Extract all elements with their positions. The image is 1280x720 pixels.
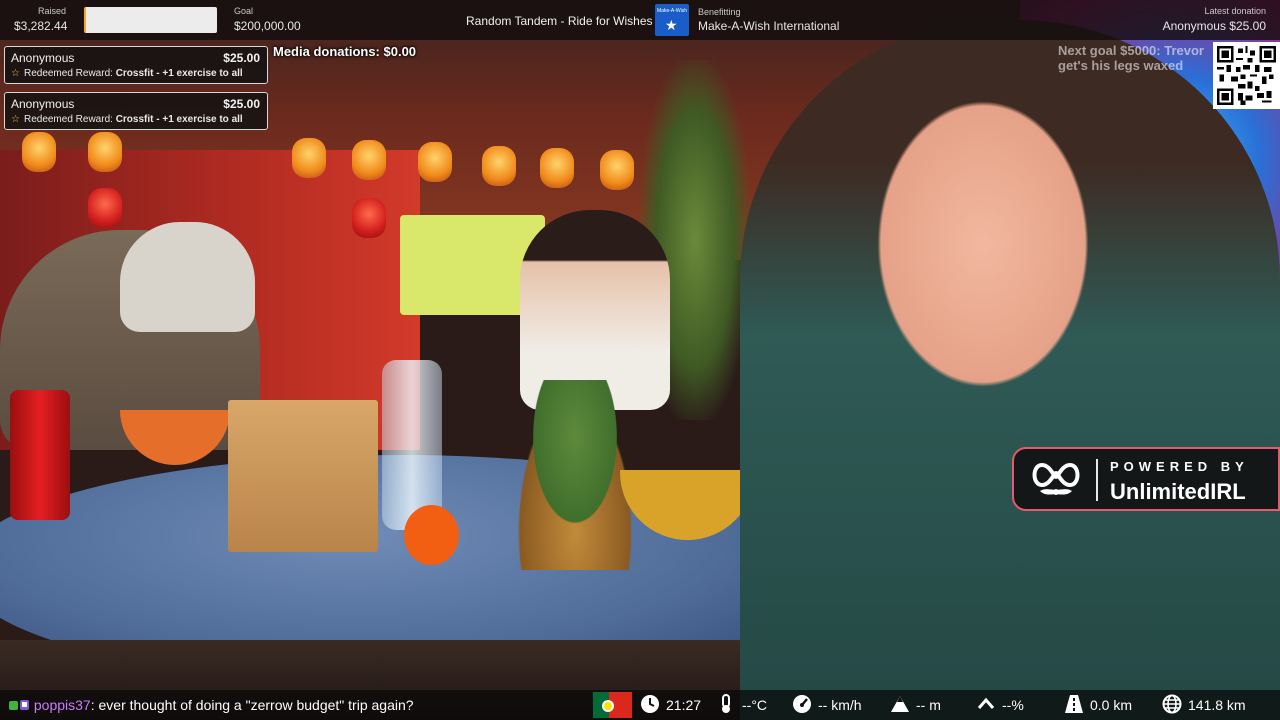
latest-donation-stat: Latest donation Anonymous $25.00 <box>1162 6 1266 33</box>
benefiting-label: Benefitting <box>698 7 741 17</box>
chat-message: poppis37: ever thought of doing a "zerro… <box>8 697 414 713</box>
portugal-flag-icon <box>592 691 633 719</box>
donor-name: Anonymous <box>11 97 75 111</box>
speedometer-icon <box>793 695 811 713</box>
lantern <box>88 188 122 228</box>
lantern <box>352 140 386 180</box>
latest-donation-value: Anonymous $25.00 <box>1162 19 1266 33</box>
chat-badge-icon <box>9 700 29 710</box>
mountain-icon <box>891 696 909 712</box>
reward-name: Crossfit - +1 exercise to all <box>115 68 243 79</box>
thermometer-icon <box>722 694 730 713</box>
lantern <box>22 132 56 172</box>
road-icon <box>1065 695 1083 713</box>
chat-text: ever thought of doing a "zerrow budget" … <box>98 697 414 713</box>
fundraiser-progress-bar <box>84 7 217 33</box>
lantern <box>418 142 452 182</box>
total-distance-readout: 141.8 km <box>1162 694 1246 716</box>
qr-code[interactable] <box>1213 42 1280 109</box>
speed-readout: -- km/h <box>792 694 862 716</box>
star-icon: ☆ <box>11 68 20 79</box>
donor-name: Anonymous <box>11 51 75 65</box>
make-a-wish-logo-text: Make-A-Wish <box>657 8 688 14</box>
donation-amount: $25.00 <box>223 97 260 111</box>
qr-code-icon <box>1217 46 1276 105</box>
progress-fill <box>84 7 87 33</box>
reward-prefix: Redeemed Reward: <box>23 68 113 79</box>
temperature-readout: --°C <box>716 694 767 716</box>
raised-value: $3,282.44 <box>14 19 68 33</box>
unlimitedirl-logo-icon <box>1032 462 1080 495</box>
chopstick-box <box>228 400 378 552</box>
altitude-readout: -- m <box>890 694 941 716</box>
media-donations: Media donations: $0.00 <box>273 44 417 59</box>
raised-stat: Raised $3,282.44 <box>14 6 68 33</box>
time-value: 21:27 <box>666 697 702 713</box>
goal-value: $200,000.00 <box>234 19 301 33</box>
next-goal-text: Next goal $5000: Trevor get's his legs w… <box>1058 43 1204 73</box>
time-readout: 21:27 <box>640 694 701 716</box>
baseball-cap <box>120 222 255 332</box>
lantern <box>292 138 326 178</box>
star-icon: ☆ <box>11 114 20 125</box>
temperature-value: --°C <box>742 697 768 713</box>
speed-value: -- km/h <box>818 697 862 713</box>
incline-icon <box>977 697 995 709</box>
orange-spoon <box>404 505 459 565</box>
powered-by-label: POWERED BY <box>1110 459 1249 474</box>
clock-icon <box>641 695 659 713</box>
lantern <box>352 198 386 238</box>
incline-value: --% <box>1002 697 1024 713</box>
altitude-value: -- m <box>916 697 941 713</box>
distance-value: 0.0 km <box>1090 697 1133 713</box>
reward-name: Crossfit - +1 exercise to all <box>115 114 243 125</box>
chat-username: poppis37 <box>33 697 91 713</box>
benefiting-value: Make-A-Wish International <box>698 19 840 33</box>
goal-stat: Goal $200,000.00 <box>234 6 301 33</box>
reward-line: ☆ Redeemed Reward: Crossfit - +1 exercise… <box>11 68 243 79</box>
reward-prefix: Redeemed Reward: <box>23 114 113 125</box>
incline-readout: --% <box>976 694 1024 716</box>
soda-can <box>10 390 70 520</box>
fundraiser-bar: Raised $3,282.44 Goal $200,000.00 Random… <box>0 0 1280 40</box>
ramen-bowl <box>120 410 230 465</box>
raised-label: Raised <box>37 6 66 16</box>
reward-line: ☆ Redeemed Reward: Crossfit - +1 exercise… <box>11 114 243 125</box>
lantern <box>540 148 574 188</box>
globe-icon <box>1162 694 1182 714</box>
event-title: Random Tandem - Ride for Wishes <box>466 14 653 28</box>
goal-label: Goal <box>234 6 254 16</box>
star-icon: ★ <box>665 17 678 33</box>
badge-divider <box>1096 459 1098 501</box>
donation-alert: Anonymous $25.00 ☆ Redeemed Reward: Cross… <box>4 92 268 130</box>
donation-amount: $25.00 <box>223 51 260 65</box>
lantern <box>482 146 516 186</box>
latest-donation-label: Latest donation <box>1204 6 1266 16</box>
lantern <box>600 150 634 190</box>
streamer <box>740 20 1280 720</box>
chat-separator: : <box>90 697 95 713</box>
make-a-wish-logo: Make-A-Wish ★ <box>655 4 689 36</box>
donation-alert: Anonymous $25.00 ☆ Redeemed Reward: Cross… <box>4 46 268 84</box>
lantern <box>88 132 122 172</box>
benefiting-stat: Benefitting Make-A-Wish International <box>698 7 840 33</box>
distance-readout: 0.0 km <box>1064 694 1132 716</box>
powered-by-badge: POWERED BY UnlimitedIRL <box>1012 447 1280 511</box>
total-distance-value: 141.8 km <box>1188 697 1246 713</box>
brand-name: UnlimitedIRL <box>1110 479 1246 504</box>
